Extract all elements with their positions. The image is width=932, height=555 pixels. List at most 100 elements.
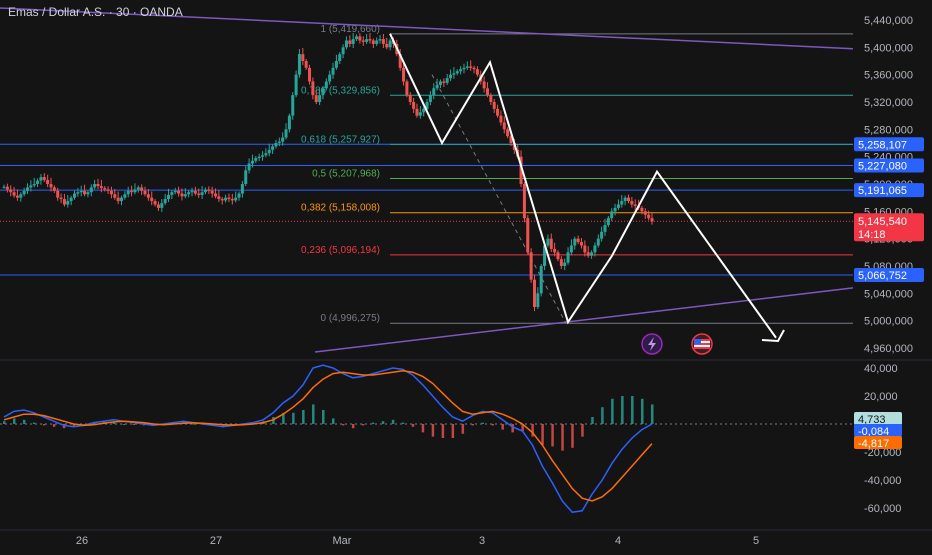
candle-body: [86, 192, 90, 195]
candle-body: [579, 242, 583, 246]
candle-body: [267, 149, 271, 154]
macd-tick-label: -40,000: [864, 475, 901, 487]
candle-body: [341, 47, 345, 55]
horizontal-lines: [0, 143, 853, 276]
candle-body: [15, 195, 19, 198]
lightning-icon[interactable]: [641, 333, 663, 355]
macd-histogram-bar: [42, 424, 46, 426]
countdown-label: 14:18: [858, 229, 886, 241]
candle-body: [52, 187, 56, 191]
candle-body: [566, 252, 570, 263]
candle-body: [120, 197, 124, 202]
candle-body: [590, 252, 594, 256]
chart-icons[interactable]: [641, 333, 713, 355]
macd-histogram-bar: [641, 398, 644, 424]
price-tick-label: 5,000,000: [864, 316, 913, 328]
macd-histogram-bar: [32, 422, 36, 424]
candle-body: [438, 81, 442, 85]
candle-body: [556, 252, 560, 260]
time-tick-label: 26: [76, 535, 88, 547]
candle-body: [344, 40, 348, 48]
candle-body: [277, 141, 281, 143]
macd-histogram-bar: [571, 424, 574, 448]
candle-body: [489, 95, 493, 102]
candle-body: [163, 199, 167, 204]
candle-body: [69, 197, 73, 202]
candle-body: [526, 218, 530, 253]
chart-root: 1 (5,419,660) 0,786 (5,329,856) 0,618 (5,2…: [0, 0, 932, 550]
candle-body: [442, 81, 446, 83]
candle-body: [123, 194, 127, 198]
candle-body: [418, 112, 422, 116]
macd-histogram-bar: [621, 396, 624, 424]
macd-tick-label: 20,000: [864, 391, 898, 403]
macd-histogram-bar: [341, 424, 345, 426]
candle-body: [59, 197, 63, 200]
price-tick-label: 5,400,000: [864, 42, 913, 54]
candle-body: [96, 184, 100, 187]
candle-body: [485, 88, 489, 96]
price-tick-label: 5,040,000: [864, 288, 913, 300]
candle-body: [626, 197, 630, 202]
candle-body: [284, 129, 288, 138]
candle-body: [613, 207, 617, 212]
candle-body: [563, 262, 567, 266]
candle-body: [361, 40, 365, 42]
time-tick-label: Mar: [333, 535, 352, 547]
candle-body: [244, 170, 248, 184]
candle-body: [203, 189, 207, 193]
macd-histogram-bar: [511, 424, 514, 433]
candle-body: [311, 81, 315, 96]
candle-body: [445, 78, 449, 83]
candle-body: [76, 192, 80, 194]
candle-body: [214, 193, 218, 197]
candle-body: [559, 259, 563, 266]
candle-body: [230, 199, 234, 201]
candle-body: [318, 95, 322, 102]
candle-body: [452, 73, 456, 75]
macd-tick-label: 40,000: [864, 363, 898, 375]
candle-body: [603, 225, 607, 232]
flag-icon[interactable]: [691, 333, 713, 355]
candle-body: [388, 40, 392, 48]
candle-body: [422, 108, 426, 113]
macd-histogram-bar: [292, 412, 295, 424]
candle-body: [459, 69, 463, 72]
macd-axis[interactable]: 40,00020,000-20,000-40,000-60,0004,733-0…: [854, 363, 902, 515]
candle-body: [482, 81, 486, 89]
candle-body: [301, 54, 305, 61]
candle-body: [66, 201, 70, 205]
macd-histogram-bar: [52, 424, 56, 427]
macd-line: [3, 364, 653, 513]
candle-body: [428, 95, 432, 102]
candle-body: [576, 238, 580, 243]
price-tick-label: 5,440,000: [864, 15, 913, 27]
candle-body: [334, 61, 338, 68]
macd-histogram-bar: [651, 404, 654, 424]
candle-body: [153, 201, 157, 205]
time-axis[interactable]: 26 27 Mar 3 4 5: [0, 529, 932, 547]
price-tick-label: 5,280,000: [864, 124, 913, 136]
macd-histogram-bar: [471, 424, 475, 426]
candle-body: [156, 204, 160, 208]
macd-histogram-bar: [561, 424, 564, 451]
fib-level-label: 0,236 (5,096,194): [301, 245, 380, 256]
candle-body: [593, 245, 597, 253]
candle-body: [449, 74, 453, 79]
macd-histogram-bar: [481, 422, 485, 424]
price-axis[interactable]: 5,440,000 5,400,000 5,360,000 5,320,000 5,28…: [854, 15, 924, 355]
candle-body: [220, 199, 224, 201]
candle-body: [79, 190, 83, 193]
candle-body: [183, 194, 187, 197]
candle-body: [355, 36, 359, 40]
candle-body: [126, 190, 130, 195]
candle-body: [596, 238, 600, 246]
candle-body: [217, 196, 221, 200]
chart-svg: 1 (5,419,660)0,786 (5,329,856)0,618 (5,2…: [0, 7, 932, 547]
candle-body: [371, 40, 375, 44]
candle-body: [499, 115, 503, 123]
price-tick-label: 5,360,000: [864, 70, 913, 82]
macd-histogram-bar: [381, 421, 385, 424]
candle-body: [469, 66, 473, 68]
candle-body: [415, 108, 419, 116]
